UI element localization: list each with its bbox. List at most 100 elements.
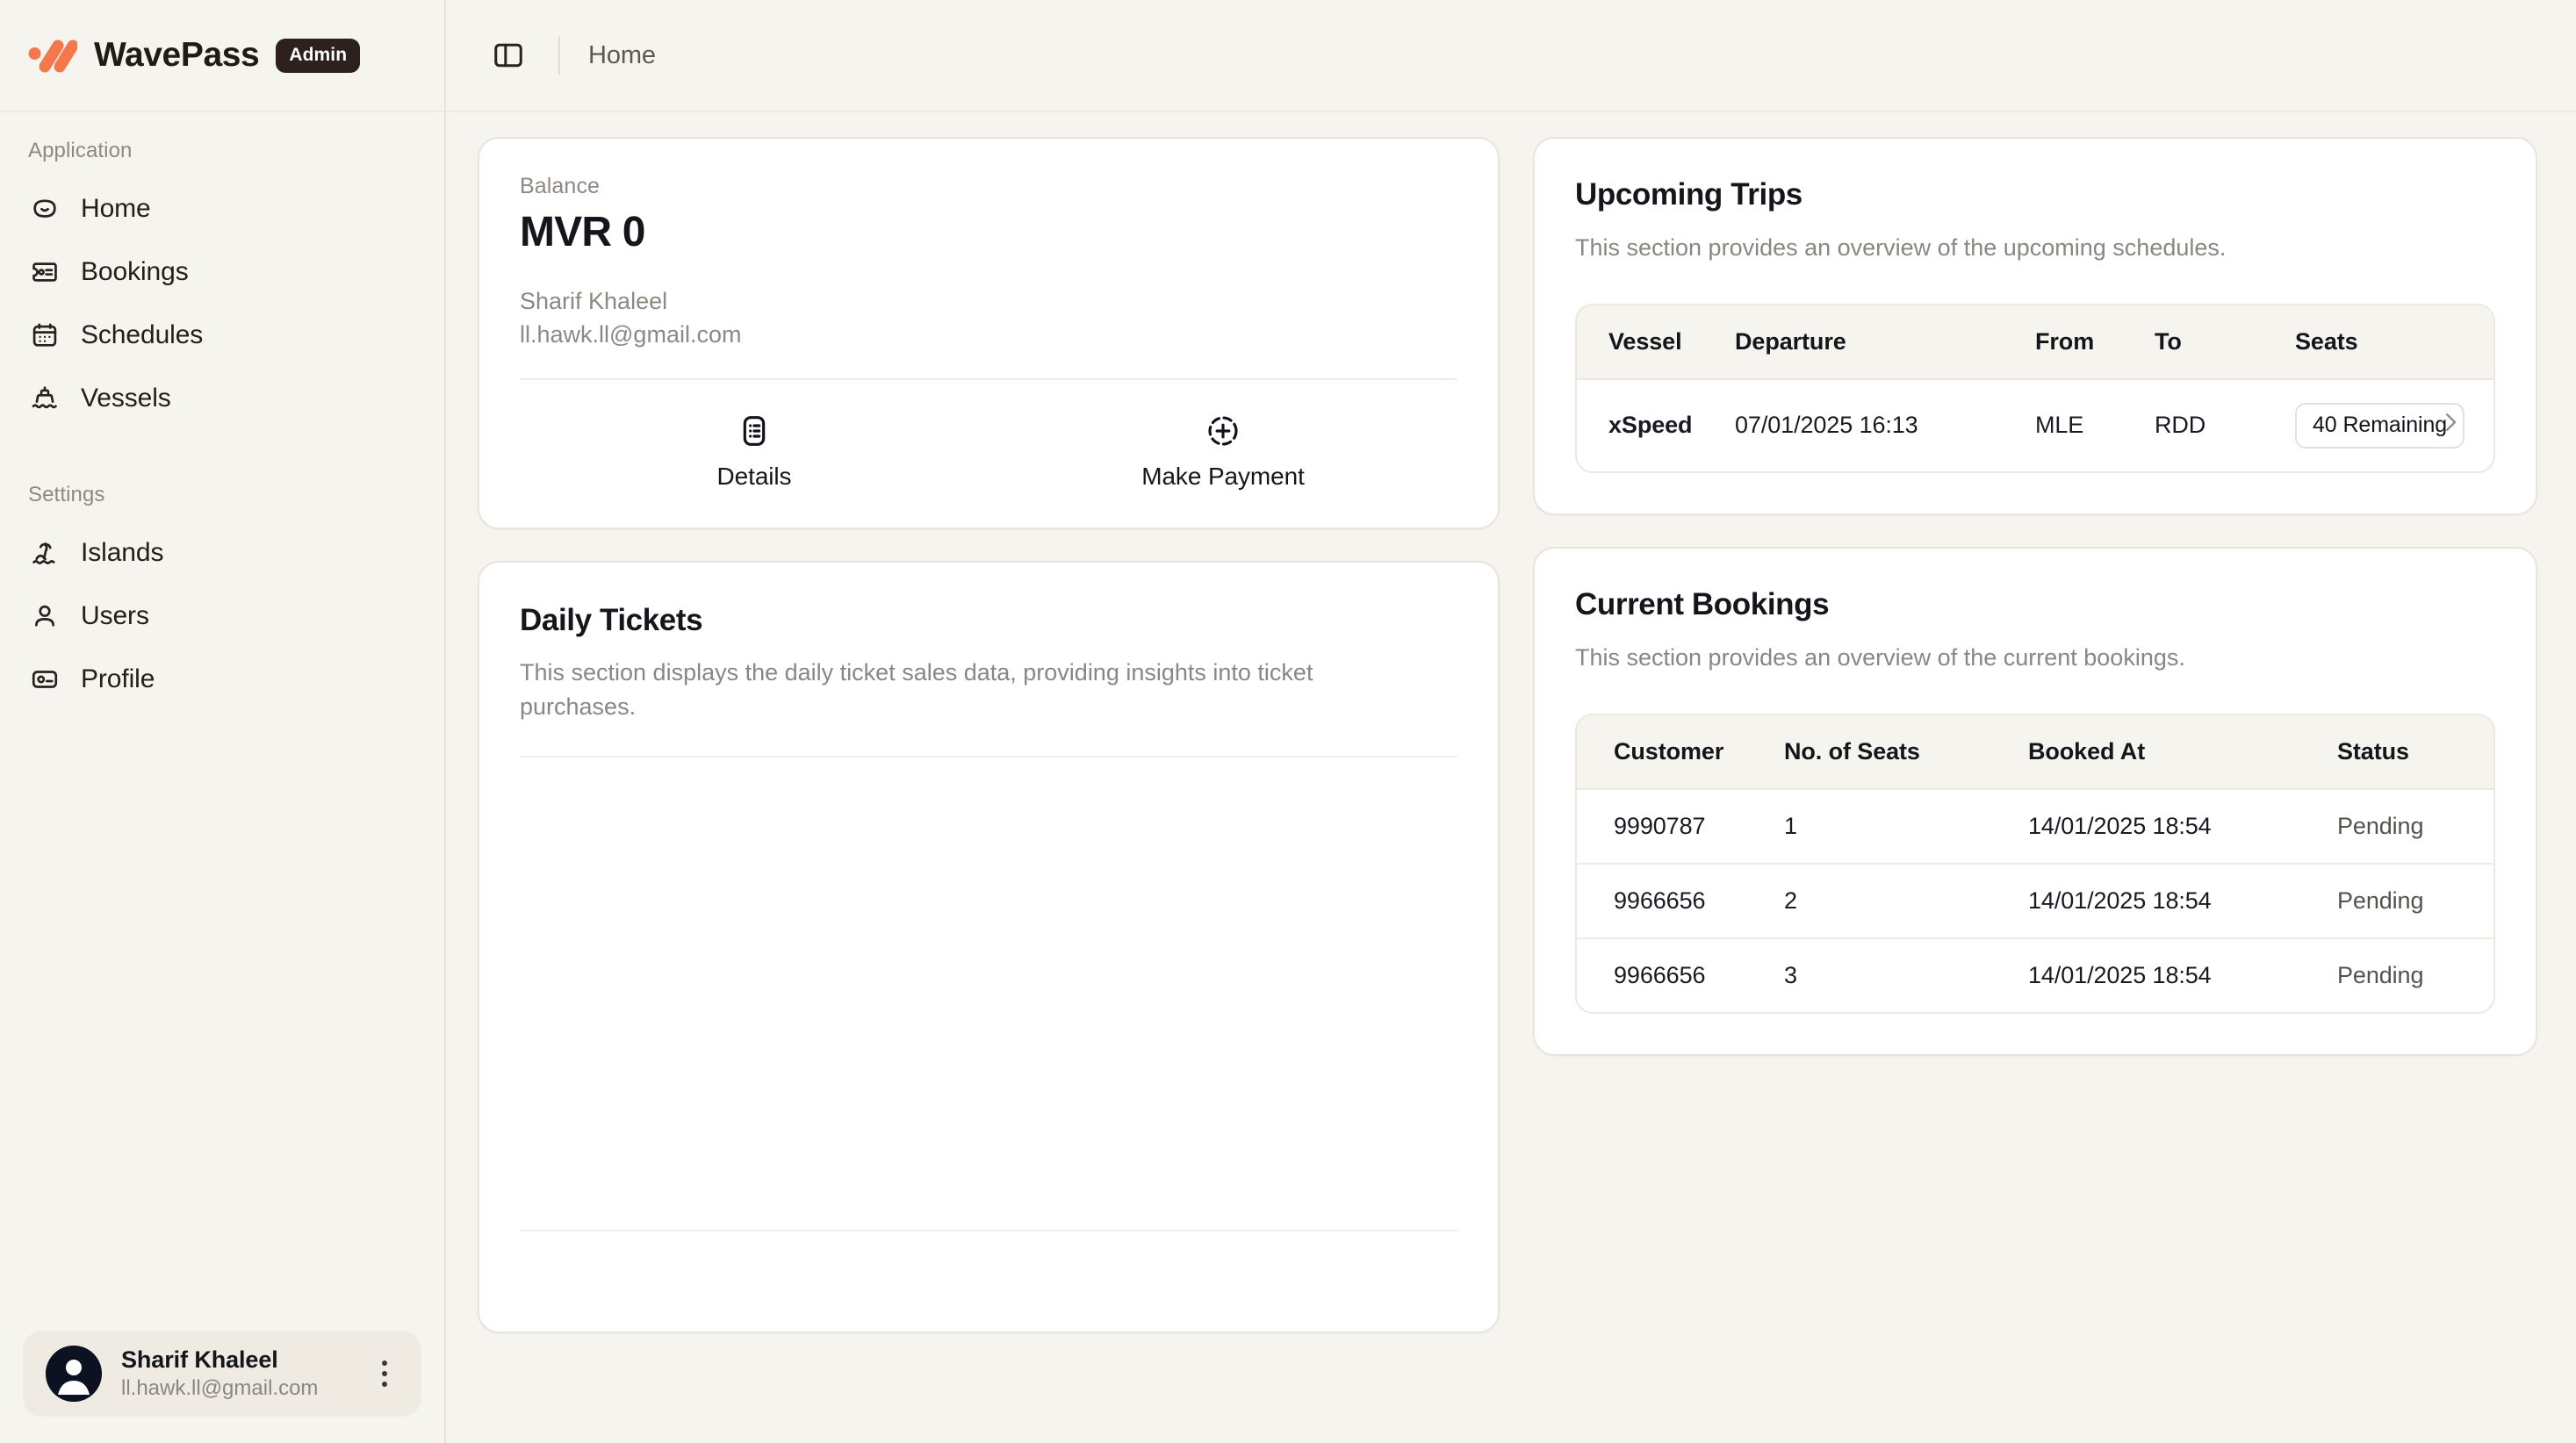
daily-tickets-card: Daily Tickets This section displays the … bbox=[478, 560, 1500, 1333]
daily-tickets-description: This section displays the daily ticket s… bbox=[520, 658, 1313, 720]
balance-amount: MVR 0 bbox=[520, 209, 646, 255]
column-header-status: Status bbox=[2337, 714, 2493, 790]
dashboard-content: Balance MVR 0 Sharif Khaleel ll.hawk.ll@… bbox=[446, 112, 2576, 1443]
details-button[interactable]: Details bbox=[520, 380, 989, 528]
user-email: ll.hawk.ll@gmail.com bbox=[121, 1376, 319, 1401]
current-bookings-table-wrap[interactable]: Customer No. of Seats Booked At Status P… bbox=[1575, 713, 2495, 1014]
topbar: Home bbox=[446, 0, 2576, 112]
balance-person: Sharif Khaleel ll.hawk.ll@gmail.com bbox=[520, 284, 1457, 352]
balance-label: Balance bbox=[520, 174, 601, 198]
upcoming-trips-description: This section provides an overview of the… bbox=[1575, 234, 2227, 261]
sidebar-item-label: Islands bbox=[81, 538, 164, 567]
brand-header: WavePass Admin bbox=[0, 0, 444, 112]
current-bookings-card: Current Bookings This section provides a… bbox=[1533, 546, 2537, 1056]
id-card-icon bbox=[28, 663, 61, 696]
balance-actions: Details Make Payment bbox=[520, 380, 1457, 528]
user-meta: Sharif Khaleel ll.hawk.ll@gmail.com bbox=[121, 1346, 349, 1403]
column-header-seats: No. of Seats bbox=[1784, 714, 2028, 790]
left-column: Balance MVR 0 Sharif Khaleel ll.hawk.ll@… bbox=[478, 137, 1500, 1333]
sidebar-item-label: Home bbox=[81, 194, 151, 223]
balance-card: Balance MVR 0 Sharif Khaleel ll.hawk.ll@… bbox=[478, 137, 1500, 529]
table-head: Vessel Departure From To Seats bbox=[1577, 305, 2493, 380]
sidebar-item-islands[interactable]: Islands bbox=[0, 521, 444, 585]
action-label: Make Payment bbox=[1141, 462, 1305, 490]
sidebar-item-bookings[interactable]: Bookings bbox=[0, 240, 444, 304]
cell-booked-at: 14/01/2025 18:54 bbox=[2028, 937, 2337, 1012]
action-label: Details bbox=[716, 462, 792, 490]
sidebar-item-users[interactable]: Users bbox=[0, 585, 444, 648]
table-header-row: Customer No. of Seats Booked At Status P… bbox=[1576, 714, 2493, 790]
calendar-icon bbox=[28, 319, 61, 352]
main-area: Home Balance MVR 0 Sharif Khaleel ll.haw… bbox=[446, 0, 2576, 1443]
cell-booked-at: 14/01/2025 18:54 bbox=[2028, 788, 2337, 864]
avatar-person-icon bbox=[46, 1346, 102, 1402]
cell-vessel: xSpeed bbox=[1577, 378, 1735, 471]
chevron-right-icon[interactable] bbox=[2437, 409, 2464, 435]
table-row[interactable]: 3 9990787 1 14/01/2025 18:54 Pending MVR… bbox=[1576, 788, 2493, 864]
table-row[interactable]: 3 9966656 3 14/01/2025 18:54 Pending MVR… bbox=[1576, 937, 2493, 1012]
user-menu-kebab-icon[interactable] bbox=[369, 1360, 400, 1387]
table-body: 3 9990787 1 14/01/2025 18:54 Pending MVR… bbox=[1576, 788, 2493, 1012]
column-header-to: To bbox=[2155, 305, 2295, 380]
cell-seats: 3 bbox=[1784, 937, 2028, 1012]
sidebar: WavePass Admin Application Home Bookings… bbox=[0, 0, 446, 1443]
home-icon bbox=[28, 192, 61, 226]
sidebar-item-home[interactable]: Home bbox=[0, 177, 444, 240]
daily-tickets-title: Daily Tickets bbox=[520, 602, 703, 637]
column-header-customer: Customer bbox=[1577, 714, 1784, 790]
sidebar-item-label: Users bbox=[81, 601, 149, 630]
user-account-card[interactable]: Sharif Khaleel ll.hawk.ll@gmail.com bbox=[23, 1331, 421, 1417]
cell-seats: 1 bbox=[1784, 788, 2028, 864]
make-payment-button[interactable]: Make Payment bbox=[989, 380, 1457, 528]
table-row[interactable]: xSpeed 07/01/2025 16:13 MLE RDD 40 Remai… bbox=[1577, 378, 2493, 471]
sidebar-item-schedules[interactable]: Schedules bbox=[0, 304, 444, 367]
sidebar-item-label: Bookings bbox=[81, 257, 189, 286]
table-body: xSpeed 07/01/2025 16:13 MLE RDD 40 Remai… bbox=[1577, 378, 2493, 471]
upcoming-trips-card: Upcoming Trips This section provides an … bbox=[1533, 137, 2537, 515]
upcoming-trips-table: Vessel Departure From To Seats xSpeed 07… bbox=[1577, 305, 2493, 471]
brand-name: WavePass bbox=[94, 36, 260, 74]
daily-tickets-footer-divider bbox=[520, 1229, 1457, 1231]
current-bookings-table: Customer No. of Seats Booked At Status P… bbox=[1576, 714, 2493, 1012]
topbar-divider bbox=[558, 36, 560, 75]
cell-to: RDD bbox=[2155, 378, 2295, 471]
app-root: WavePass Admin Application Home Bookings… bbox=[0, 0, 2576, 1443]
upcoming-trips-title: Upcoming Trips bbox=[1575, 177, 1802, 212]
list-details-icon bbox=[737, 413, 772, 449]
cell-customer: 9966656 bbox=[1577, 862, 1784, 938]
circle-plus-dashed-icon bbox=[1205, 413, 1241, 449]
sidebar-footer: Sharif Khaleel ll.hawk.ll@gmail.com bbox=[0, 1317, 444, 1443]
cell-status: Pending bbox=[2337, 862, 2493, 938]
breadcrumb[interactable]: Home bbox=[588, 41, 656, 70]
sidebar-item-label: Vessels bbox=[81, 384, 171, 413]
table-row[interactable]: 3 9966656 2 14/01/2025 18:54 Pending MVR… bbox=[1576, 862, 2493, 938]
balance-person-email: ll.hawk.ll@gmail.com bbox=[520, 321, 742, 348]
user-name: Sharif Khaleel bbox=[121, 1346, 278, 1373]
upcoming-trips-table-wrap: Vessel Departure From To Seats xSpeed 07… bbox=[1575, 303, 2495, 473]
table-head: Customer No. of Seats Booked At Status P… bbox=[1576, 714, 2493, 790]
column-header-vessel: Vessel bbox=[1577, 305, 1735, 380]
cell-departure: 07/01/2025 16:13 bbox=[1735, 378, 2035, 471]
right-column: Upcoming Trips This section provides an … bbox=[1533, 137, 2537, 1056]
cell-customer: 9966656 bbox=[1577, 937, 1784, 1012]
wavepass-logo-icon bbox=[28, 39, 77, 73]
column-header-booked-at: Booked At bbox=[2028, 714, 2337, 790]
sidebar-item-vessels[interactable]: Vessels bbox=[0, 367, 444, 430]
cell-customer: 9990787 bbox=[1577, 788, 1784, 864]
column-header-action bbox=[2408, 305, 2493, 380]
sidebar-nav: Application Home Bookings Schedules Vess… bbox=[0, 112, 444, 1317]
nav-section-label-settings: Settings bbox=[28, 483, 105, 506]
sidebar-item-label: Profile bbox=[81, 664, 155, 693]
sidebar-item-label: Schedules bbox=[81, 320, 204, 349]
cell-booked-at: 14/01/2025 18:54 bbox=[2028, 862, 2337, 938]
sidebar-item-profile[interactable]: Profile bbox=[0, 648, 444, 711]
cell-status: Pending bbox=[2337, 937, 2493, 1012]
cell-status: Pending bbox=[2337, 788, 2493, 864]
sidebar-toggle-icon[interactable] bbox=[485, 32, 532, 79]
cell-from: MLE bbox=[2035, 378, 2155, 471]
nav-section-label-application: Application bbox=[28, 139, 133, 162]
current-bookings-description: This section provides an overview of the… bbox=[1575, 643, 2185, 671]
current-bookings-title: Current Bookings bbox=[1575, 586, 1830, 621]
user-icon bbox=[28, 599, 61, 633]
column-header-departure: Departure bbox=[1735, 305, 2035, 380]
